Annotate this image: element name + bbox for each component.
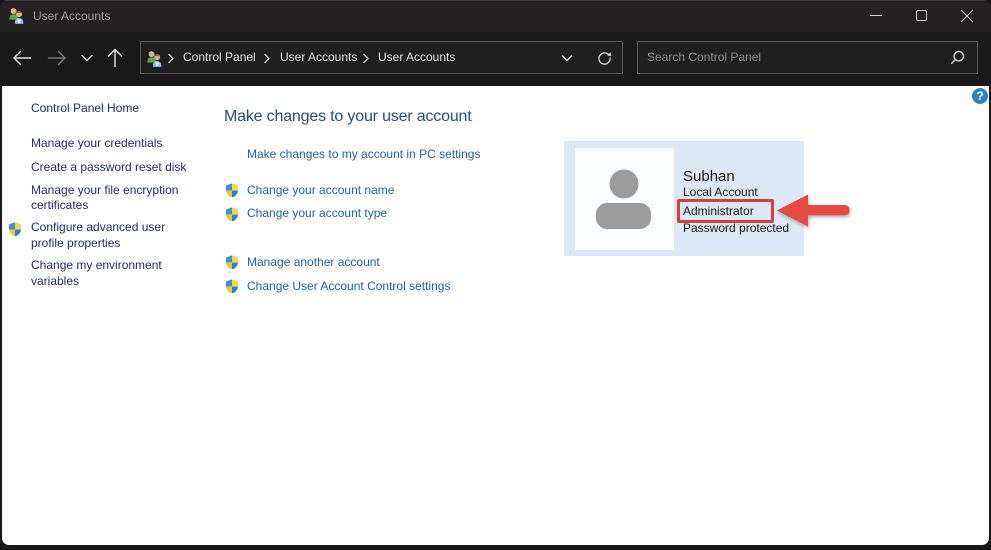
svg-text:?: ? <box>976 89 983 103</box>
